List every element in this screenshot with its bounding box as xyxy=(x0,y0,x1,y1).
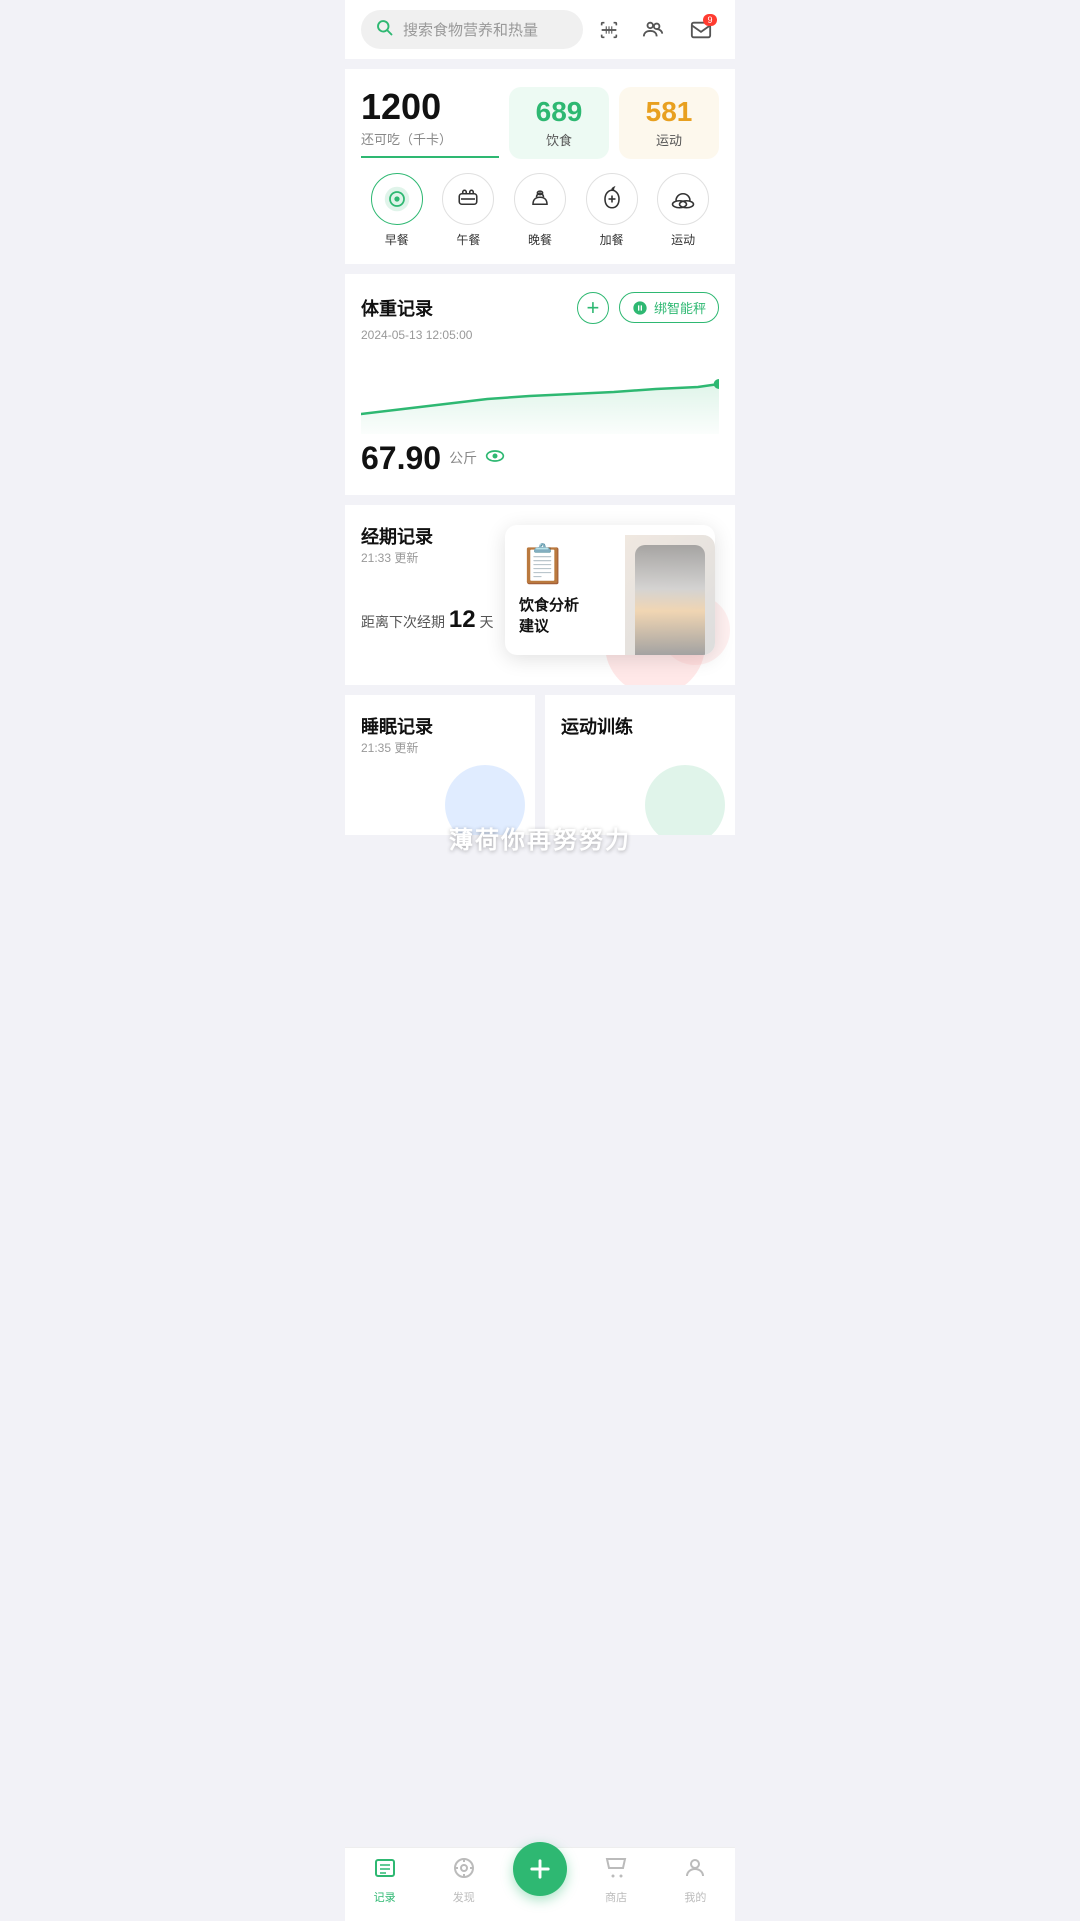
breakfast-icon xyxy=(371,173,423,225)
food-calories-box[interactable]: 689 饮食 xyxy=(509,87,609,159)
mail-badge: 9 xyxy=(703,14,717,26)
dinner-label: 晚餐 xyxy=(528,231,552,248)
period-days-suffix: 天 xyxy=(479,614,493,630)
remaining-underline xyxy=(361,156,499,158)
nav-item-shop[interactable]: 商店 xyxy=(586,1856,646,1905)
weight-date: 2024-05-13 12:05:00 xyxy=(361,328,719,342)
shop-nav-label: 商店 xyxy=(605,1889,627,1905)
meal-row: 早餐 午餐 xyxy=(361,173,719,248)
record-nav-icon xyxy=(373,1856,397,1886)
user-icon-button[interactable] xyxy=(635,12,671,48)
weight-chart xyxy=(361,354,719,434)
period-days-prefix: 距离下次经期 xyxy=(361,614,445,630)
lunch-icon xyxy=(442,173,494,225)
meal-exercise[interactable]: 运动 xyxy=(657,173,709,248)
snack-icon xyxy=(586,173,638,225)
weight-card-actions: + 绑智能秤 xyxy=(577,292,719,324)
diet-popup[interactable]: × 📋 饮食分析 建议 xyxy=(505,525,715,655)
header-icons: 9 xyxy=(635,12,719,48)
remaining-calories: 1200 还可吃（千卡） xyxy=(361,87,499,159)
scan-button[interactable] xyxy=(591,12,627,48)
weight-card: 体重记录 + 绑智能秤 2024-05-13 12:05:00 xyxy=(345,274,735,495)
weight-unit: 公斤 xyxy=(449,448,477,468)
mail-icon-button[interactable]: 9 xyxy=(683,12,719,48)
breakfast-label: 早餐 xyxy=(385,231,409,248)
meal-breakfast[interactable]: 早餐 xyxy=(371,173,423,248)
meal-snack[interactable]: 加餐 xyxy=(586,173,638,248)
search-bar: 搜索食物营养和热量 xyxy=(345,0,735,59)
nav-item-profile[interactable]: 我的 xyxy=(665,1856,725,1905)
exercise-meal-icon xyxy=(657,173,709,225)
period-days-number: 12 xyxy=(449,606,476,633)
discover-nav-icon xyxy=(452,1856,476,1886)
record-nav-label: 记录 xyxy=(374,1889,396,1905)
exercise-calories-number: 581 xyxy=(639,97,699,128)
lunch-label: 午餐 xyxy=(456,231,480,248)
dinner-icon xyxy=(514,173,566,225)
exercise-card-title: 运动训练 xyxy=(561,713,719,739)
search-placeholder: 搜索食物营养和热量 xyxy=(403,19,538,40)
exercise-meal-label: 运动 xyxy=(671,231,695,248)
period-section: 经期记录 21:33 更新 距离下次经期 12 天 × 📋 饮食分析 建议 xyxy=(345,505,735,685)
weight-card-header: 体重记录 + 绑智能秤 xyxy=(361,292,719,324)
search-icon xyxy=(375,18,393,41)
sleep-card-title: 睡眠记录 xyxy=(361,713,519,739)
exercise-card[interactable]: 运动训练 xyxy=(545,695,735,835)
meal-lunch[interactable]: 午餐 xyxy=(442,173,494,248)
shop-nav-icon xyxy=(604,1856,628,1886)
sleep-card[interactable]: 睡眠记录 21:35 更新 xyxy=(345,695,535,835)
weight-value: 67.90 xyxy=(361,440,441,477)
weight-add-button[interactable]: + xyxy=(577,292,609,324)
nav-item-record[interactable]: 记录 xyxy=(355,1856,415,1905)
search-input[interactable]: 搜索食物营养和热量 xyxy=(361,10,583,49)
exercise-calories-box[interactable]: 581 运动 xyxy=(619,87,719,159)
snack-label: 加餐 xyxy=(600,231,624,248)
bind-scale-label: 绑智能秤 xyxy=(654,298,706,317)
eye-icon[interactable] xyxy=(485,449,505,468)
profile-nav-label: 我的 xyxy=(684,1889,706,1905)
calorie-row: 1200 还可吃（千卡） 689 饮食 581 运动 xyxy=(361,87,719,159)
remaining-number: 1200 xyxy=(361,87,499,127)
diet-popup-icon: 📋 xyxy=(519,543,566,587)
exercise-calories-label: 运动 xyxy=(639,130,699,149)
meal-dinner[interactable]: 晚餐 xyxy=(514,173,566,248)
diet-popup-text: 饮食分析 建议 xyxy=(519,595,579,637)
bottom-nav: 记录 发现 商店 xyxy=(345,1847,735,1921)
calorie-card: 1200 还可吃（千卡） 689 饮食 581 运动 xyxy=(345,69,735,264)
nav-add-button[interactable] xyxy=(513,1842,567,1896)
food-calories-label: 饮食 xyxy=(529,130,589,149)
promo-text: 薄荷你再努努力 xyxy=(449,827,631,854)
bottom-cards-row: 睡眠记录 21:35 更新 运动训练 xyxy=(345,695,735,835)
bind-scale-button[interactable]: 绑智能秤 xyxy=(619,292,719,323)
nav-item-discover[interactable]: 发现 xyxy=(434,1856,494,1905)
remaining-label: 还可吃（千卡） xyxy=(361,129,499,148)
weight-card-title: 体重记录 xyxy=(361,295,433,321)
discover-nav-label: 发现 xyxy=(453,1889,475,1905)
profile-nav-icon xyxy=(683,1856,707,1886)
food-calories-number: 689 xyxy=(529,97,589,128)
weight-value-row: 67.90 公斤 xyxy=(361,440,719,477)
promo-overlay: 薄荷你再努努力 xyxy=(345,820,735,855)
sleep-update-time: 21:35 更新 xyxy=(361,739,519,756)
